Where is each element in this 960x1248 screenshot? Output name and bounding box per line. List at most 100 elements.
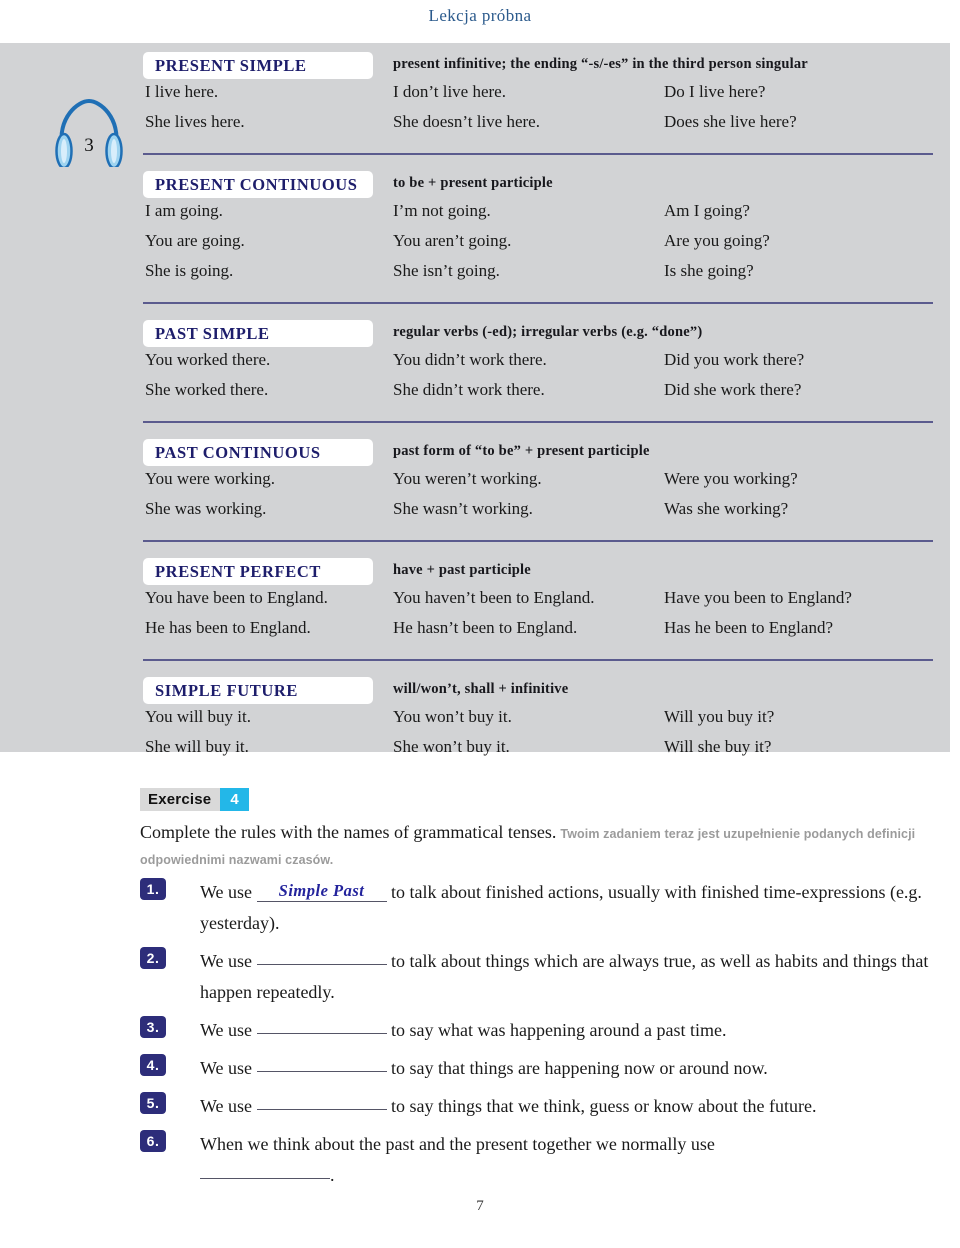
tense-question: Has he been to England? <box>664 618 833 637</box>
exercise-items-list: 1. We use Simple Past to talk about finis… <box>140 877 950 1198</box>
tense-row: She was working. She wasn’t working. Was s… <box>143 499 933 529</box>
tense-rows: You will buy it. You won’t buy it. Will yo… <box>143 707 933 767</box>
tense-label-box: PAST CONTINUOUS <box>143 439 373 466</box>
exercise-instructions: Complete the rules with the names of gra… <box>140 820 940 873</box>
tense-negative: I don’t live here. <box>393 82 506 101</box>
item-text-before: We use <box>200 1058 253 1078</box>
tense-label: PAST SIMPLE <box>155 323 270 343</box>
tense-rows: I am going. I’m not going. Am I going? You … <box>143 201 933 291</box>
item-text-after: . <box>330 1165 335 1185</box>
tense-formula: past form of “to be” + present participl… <box>393 443 650 459</box>
tense-row: She lives here. She doesn’t live here. Doe… <box>143 112 933 142</box>
tense-affirmative: She worked there. <box>145 380 269 399</box>
item-number-badge: 6. <box>140 1130 166 1152</box>
tense-negative: He hasn’t been to England. <box>393 618 578 637</box>
exercise-item: 2. We use to talk about things which are … <box>140 946 950 1008</box>
tense-affirmative: You were working. <box>145 469 276 488</box>
tense-question: Do I live here? <box>664 82 766 101</box>
tense-formula: will/won’t, shall + infinitive <box>393 681 569 697</box>
tense-affirmative: She was working. <box>145 499 267 518</box>
answer-blank[interactable] <box>256 1051 387 1072</box>
headphones-icon: 3 <box>52 95 126 167</box>
section-divider <box>143 153 933 155</box>
tense-affirmative: He has been to England. <box>145 618 311 637</box>
tense-block: PRESENT PERFECT have + past participle You… <box>143 558 933 648</box>
tense-block: PAST SIMPLE regular verbs (-ed); irregula… <box>143 320 933 410</box>
tense-negative: You won’t buy it. <box>393 707 512 726</box>
item-number-badge: 2. <box>140 947 166 969</box>
tense-question: Were you working? <box>664 469 798 488</box>
tense-block: SIMPLE FUTURE will/won’t, shall + infinit… <box>143 677 933 767</box>
tense-negative: You weren’t working. <box>393 469 542 488</box>
tense-block: PAST CONTINUOUS past form of “to be” + pr… <box>143 439 933 529</box>
answer-blank[interactable] <box>256 1013 387 1034</box>
tense-label-box: PRESENT SIMPLE <box>143 52 373 79</box>
answer-blank[interactable] <box>256 1089 387 1110</box>
item-text-before: We use <box>200 1096 253 1116</box>
section-divider <box>143 421 933 423</box>
tense-question: Have you been to England? <box>664 588 852 607</box>
tense-row: She will buy it. She won’t buy it. Will sh… <box>143 737 933 767</box>
exercise-badge-label: Exercise <box>140 788 221 811</box>
tense-label-box: PAST SIMPLE <box>143 320 373 347</box>
audio-track-number: 3 <box>84 135 94 156</box>
section-divider <box>143 540 933 542</box>
tense-label: PAST CONTINUOUS <box>155 442 321 462</box>
exercise-item: 5. We use to say things that we think, gu… <box>140 1091 950 1122</box>
tense-formula: present infinitive; the ending “-s/-es” … <box>393 56 808 72</box>
tense-negative: You didn’t work there. <box>393 350 547 369</box>
tense-negative: You haven’t been to England. <box>393 588 595 607</box>
tense-negative: I’m not going. <box>393 201 491 220</box>
tense-label: PRESENT CONTINUOUS <box>155 174 358 194</box>
tense-label-box: PRESENT PERFECT <box>143 558 373 585</box>
exercise-item: 4. We use to say that things are happenin… <box>140 1053 950 1084</box>
item-text-before: We use <box>200 882 253 902</box>
tense-rows: You were working. You weren’t working. Wer… <box>143 469 933 529</box>
tense-negative: She isn’t going. <box>393 261 500 280</box>
tense-block: PRESENT CONTINUOUS to be + present partic… <box>143 171 933 291</box>
tense-row: You will buy it. You won’t buy it. Will yo… <box>143 707 933 737</box>
tense-question: Was she working? <box>664 499 789 518</box>
item-text-after: to say that things are happening now or … <box>391 1058 768 1078</box>
page-header: Lekcja próbna <box>0 0 960 31</box>
tense-affirmative: You are going. <box>145 231 245 250</box>
item-number-badge: 1. <box>140 878 166 900</box>
tense-negative: She won’t buy it. <box>393 737 510 756</box>
tense-affirmative: She lives here. <box>145 112 245 131</box>
tense-label: PRESENT PERFECT <box>155 561 321 581</box>
tense-question: Is she going? <box>664 261 754 280</box>
tense-affirmative: I am going. <box>145 201 223 220</box>
tense-negative: She wasn’t working. <box>393 499 533 518</box>
tense-negative: You aren’t going. <box>393 231 512 250</box>
tense-row: You worked there. You didn’t work there. D… <box>143 350 933 380</box>
item-body: We use to say things that we think, gues… <box>200 1091 950 1122</box>
tense-rows: You worked there. You didn’t work there. D… <box>143 350 933 410</box>
tense-label: SIMPLE FUTURE <box>155 680 299 700</box>
grammar-reference-panel: 3 PRESENT SIMPLE present infinitive; the … <box>0 43 950 756</box>
instruction-english: Complete the rules with the names of gra… <box>140 822 557 842</box>
answer-blank[interactable] <box>200 1162 330 1179</box>
tense-block: PRESENT SIMPLE present infinitive; the en… <box>143 52 933 142</box>
item-text-before: We use <box>200 951 253 971</box>
item-body: We use to say that things are happening … <box>200 1053 950 1084</box>
tense-formula: have + past participle <box>393 562 531 578</box>
answer-blank[interactable] <box>256 944 387 965</box>
tense-row: She is going. She isn’t going. Is she goin… <box>143 261 933 291</box>
tense-affirmative: You worked there. <box>145 350 271 369</box>
tense-question: Are you going? <box>664 231 770 250</box>
tense-rows: I live here. I don’t live here. Do I live … <box>143 82 933 142</box>
answer-blank[interactable]: Simple Past <box>256 881 387 902</box>
tense-question: Am I going? <box>664 201 750 220</box>
exercise-badge-number: 4 <box>220 788 249 811</box>
tense-affirmative: She will buy it. <box>145 737 249 756</box>
tense-row: She worked there. She didn’t work there. D… <box>143 380 933 410</box>
tense-label: PRESENT SIMPLE <box>155 55 307 75</box>
tense-row: He has been to England. He hasn’t been to… <box>143 618 933 648</box>
item-text-before: When we think about the past and the pre… <box>200 1134 715 1154</box>
tense-negative: She didn’t work there. <box>393 380 545 399</box>
item-text-after: to say what was happening around a past … <box>391 1020 727 1040</box>
tense-affirmative: You will buy it. <box>145 707 251 726</box>
tense-row: I live here. I don’t live here. Do I live … <box>143 82 933 112</box>
section-divider <box>143 659 933 661</box>
tense-label-box: SIMPLE FUTURE <box>143 677 373 704</box>
